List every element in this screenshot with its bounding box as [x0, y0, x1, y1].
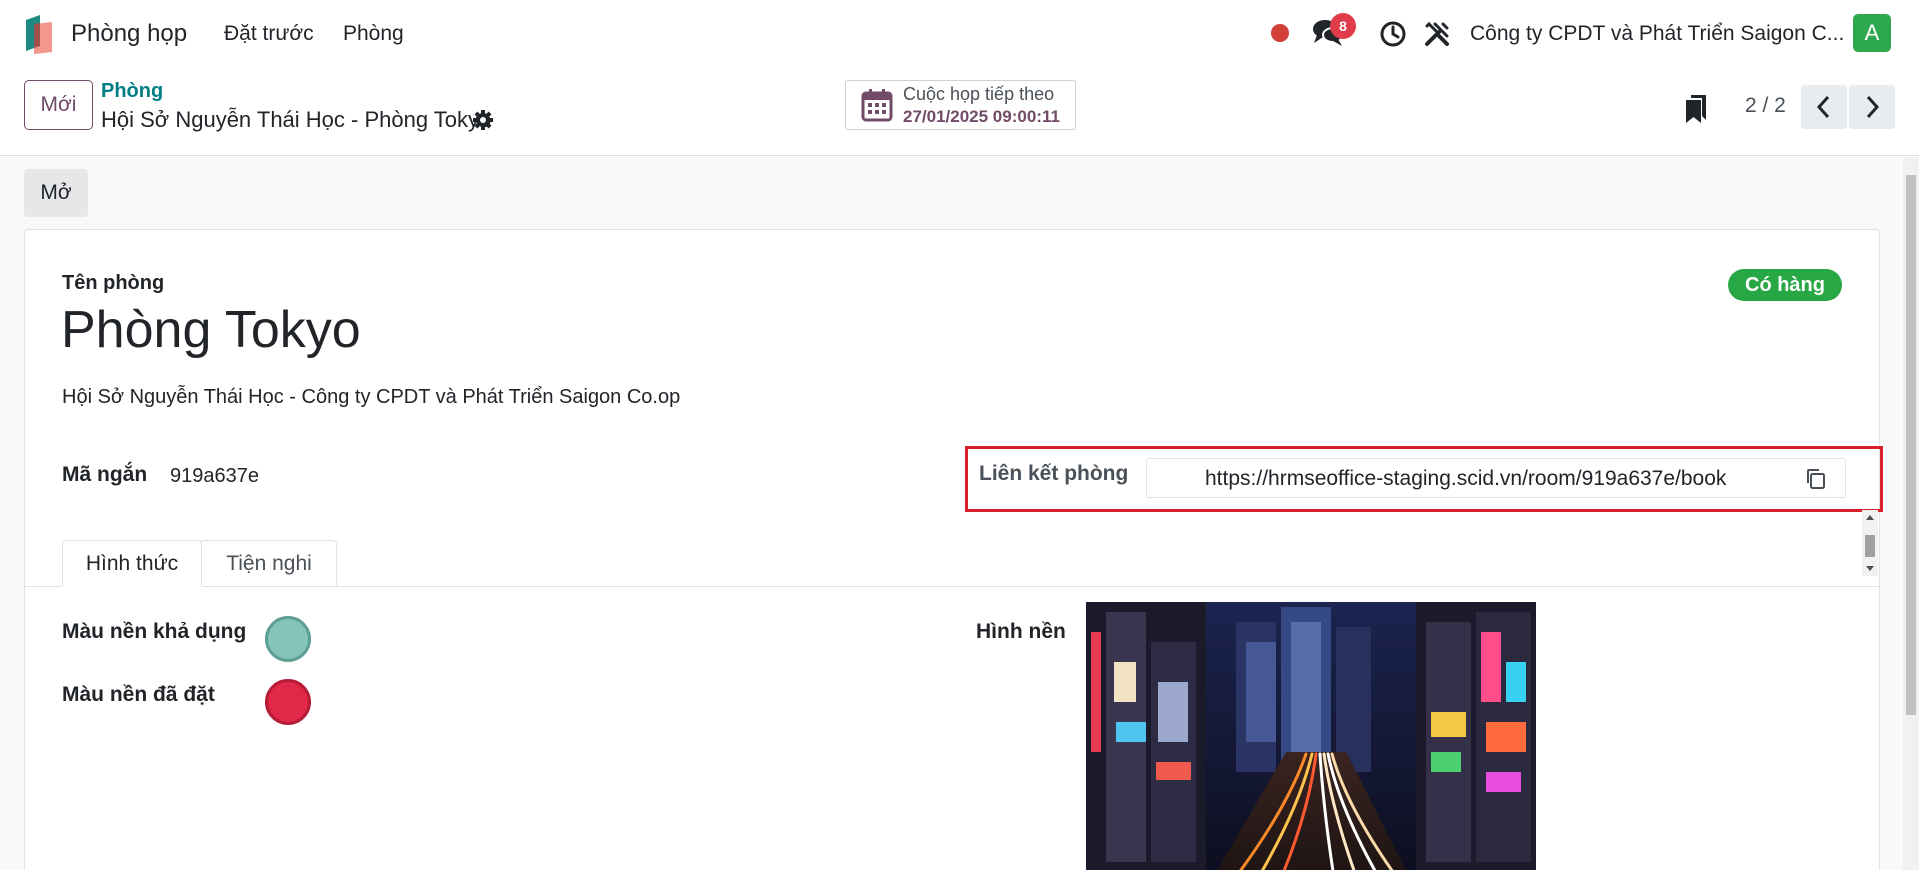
room-link-highlight: Liên kết phòng https://hrmseoffice-stagi…	[965, 446, 1883, 512]
app-logo-icon[interactable]	[24, 14, 54, 54]
company-switcher[interactable]: Công ty CPDT và Phát Triển Saigon C...	[1470, 22, 1844, 46]
form-tabs: Hình thức Tiện nghi	[25, 540, 1881, 587]
calendar-icon	[861, 89, 893, 122]
menu-bookings[interactable]: Đặt trước	[224, 22, 314, 46]
available-color-label: Màu nền khả dụng	[62, 620, 247, 643]
booked-color-swatch[interactable]	[265, 679, 311, 725]
background-image-label: Hình nền	[976, 620, 1066, 643]
room-name-field[interactable]: Phòng Tokyo	[61, 300, 361, 360]
room-link-field[interactable]: https://hrmseoffice-staging.scid.vn/room…	[1146, 458, 1846, 498]
user-avatar[interactable]: A	[1853, 14, 1891, 52]
page-scrollbar[interactable]	[1903, 157, 1919, 870]
menu-rooms[interactable]: Phòng	[343, 22, 404, 46]
available-color-swatch[interactable]	[265, 616, 311, 662]
open-button[interactable]: Mở	[24, 169, 88, 217]
room-location: Hội Sở Nguyễn Thái Học - Công ty CPDT và…	[62, 386, 681, 408]
chevron-right-icon	[1866, 95, 1880, 119]
background-image[interactable]	[1086, 602, 1536, 870]
pager-previous-button[interactable]	[1801, 85, 1847, 129]
tab-appearance[interactable]: Hình thức	[62, 540, 202, 587]
chevron-left-icon	[1816, 95, 1830, 119]
form-sheet: Có hàng Tên phòng Phòng Tokyo Hội Sở Ngu…	[24, 229, 1883, 870]
tab-amenities[interactable]: Tiện nghi	[201, 540, 337, 587]
breadcrumb-parent[interactable]: Phòng	[101, 80, 163, 103]
status-badge: Có hàng	[1728, 269, 1842, 301]
top-navbar: Phòng họp Đặt trước Phòng 8 Công ty CPDT…	[0, 0, 1919, 68]
breadcrumb-current: Hội Sở Nguyễn Thái Học - Phòng Tokyo	[101, 107, 492, 132]
control-panel: Mới Phòng Hội Sở Nguyễn Thái Học - Phòng…	[0, 68, 1919, 156]
sheet-scrollbar[interactable]	[1862, 510, 1878, 576]
pager-value[interactable]: 2 / 2	[1745, 94, 1786, 118]
gear-icon[interactable]	[472, 109, 494, 131]
room-name-label: Tên phòng	[62, 272, 165, 294]
status-dot[interactable]	[1271, 24, 1289, 42]
form-content: Mở Có hàng Tên phòng Phòng Tokyo Hội Sở …	[0, 157, 1919, 870]
next-meeting-label: Cuộc họp tiếp theo	[903, 84, 1055, 104]
app-name[interactable]: Phòng họp	[71, 20, 187, 48]
booked-color-label: Màu nền đã đặt	[62, 683, 215, 706]
short-code-label: Mã ngắn	[62, 463, 148, 486]
message-count-badge: 8	[1330, 13, 1356, 39]
copy-icon[interactable]	[1805, 468, 1827, 490]
new-button[interactable]: Mới	[24, 80, 93, 130]
room-link-label: Liên kết phòng	[979, 462, 1129, 485]
pager-next-button[interactable]	[1849, 85, 1895, 129]
next-meeting-button[interactable]: Cuộc họp tiếp theo 27/01/2025 09:00:11	[845, 80, 1076, 130]
clock-icon[interactable]	[1379, 20, 1407, 48]
next-meeting-value: 27/01/2025 09:00:11	[903, 107, 1060, 126]
bookmark-icon[interactable]	[1684, 94, 1708, 124]
room-link-value: https://hrmseoffice-staging.scid.vn/room…	[1205, 467, 1727, 490]
page-scrollbar-thumb[interactable]	[1906, 175, 1916, 715]
short-code-value: 919a637e	[170, 465, 259, 487]
city-night-image	[1086, 602, 1536, 870]
tools-icon[interactable]	[1423, 20, 1451, 48]
